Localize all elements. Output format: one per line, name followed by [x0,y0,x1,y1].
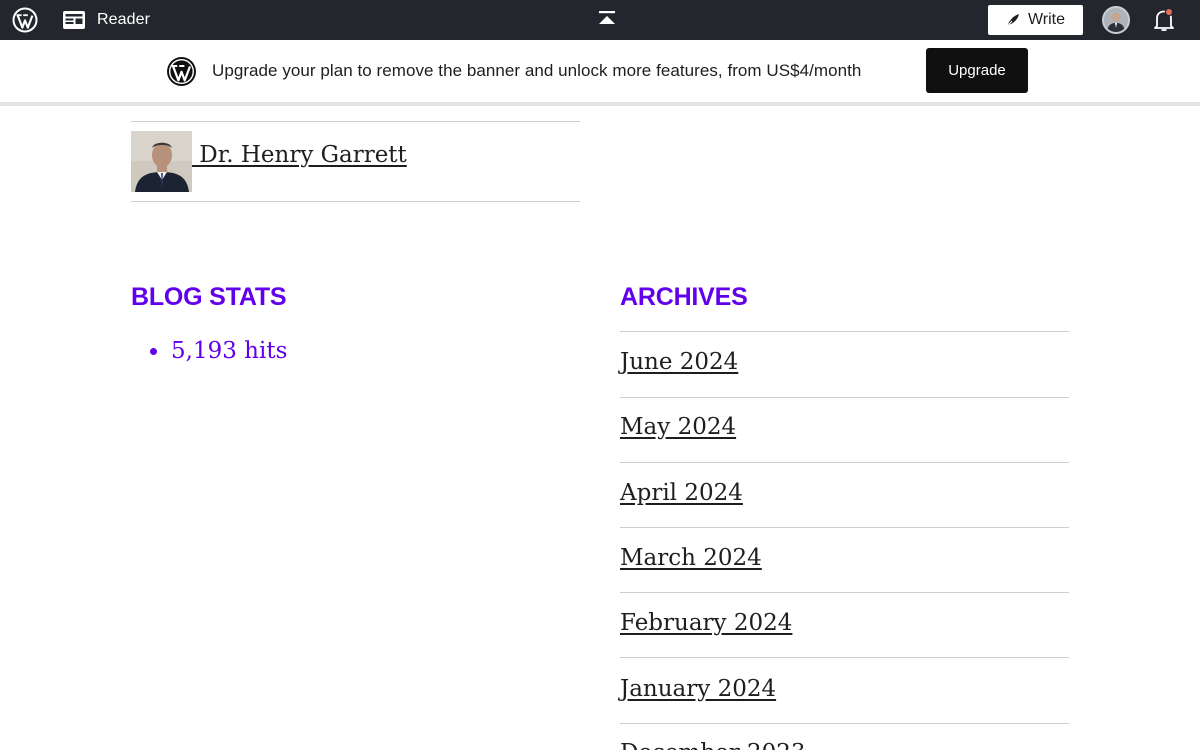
archive-divider [620,331,1069,332]
bell-icon[interactable] [1152,7,1176,33]
author-top-divider [131,121,580,122]
write-button[interactable]: Write [988,5,1083,35]
reader-label: Reader [97,11,151,28]
write-label: Write [1027,11,1066,28]
avatar-portrait [1104,8,1128,32]
admin-bar: Reader Write [0,0,1200,40]
archives-title: ARCHIVES [620,283,748,311]
upgrade-message: Upgrade your plan to remove the banner a… [212,61,862,80]
bullet-icon [150,347,157,355]
hits-count: 5,193 hits [171,338,288,364]
archive-link-june-2024[interactable]: June 2024 [620,349,738,375]
wordpress-logo-icon [167,57,196,86]
quill-icon [1006,14,1019,27]
list-item: 5,193 hits [150,338,287,364]
archive-link-may-2024[interactable]: May 2024 [620,414,736,440]
archive-divider [620,397,1069,398]
author-photo[interactable] [131,131,192,192]
collapse-up-icon[interactable] [597,10,617,26]
blog-stats-title: BLOG STATS [131,283,287,311]
archive-divider [620,657,1069,658]
archive-link-december-2023[interactable]: December 2023 [620,740,806,750]
reader-link[interactable]: Reader [62,8,150,32]
author-name-link[interactable]: Dr. Henry Garrett [192,142,407,168]
archive-link-april-2024[interactable]: April 2024 [620,480,743,506]
reader-icon [63,11,85,29]
upgrade-button[interactable]: Upgrade [926,48,1028,93]
archive-divider [620,723,1069,724]
user-avatar[interactable] [1102,6,1130,34]
archive-link-january-2024[interactable]: January 2024 [620,676,776,702]
wordpress-logo-icon[interactable] [12,7,38,33]
banner-divider [0,102,1200,106]
archive-link-february-2024[interactable]: February 2024 [620,610,792,636]
archive-divider [620,592,1069,593]
archive-divider [620,527,1069,528]
archive-link-march-2024[interactable]: March 2024 [620,545,762,571]
archive-divider [620,462,1069,463]
author-bottom-divider [131,201,580,202]
